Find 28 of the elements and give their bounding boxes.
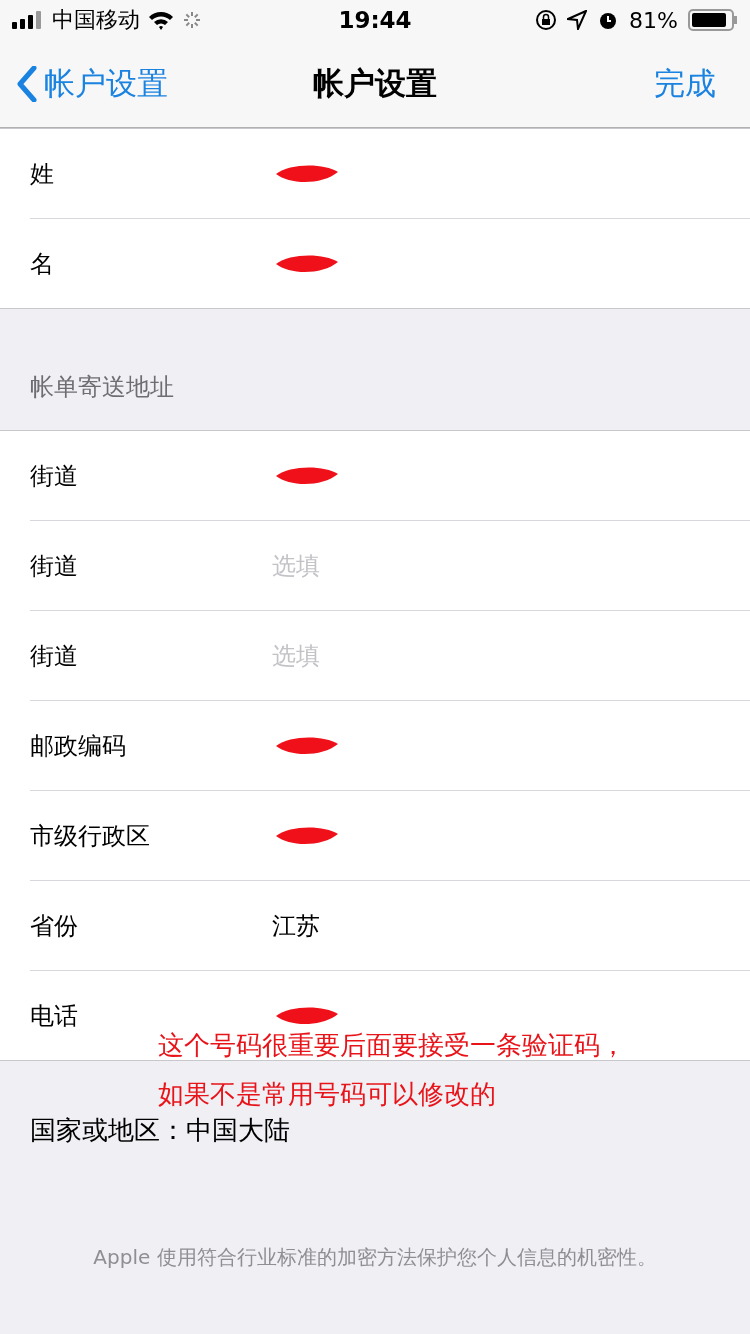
field-label: 街道	[30, 550, 79, 582]
nav-title: 帐户设置	[313, 63, 437, 103]
field-value[interactable]: 江苏	[272, 909, 320, 942]
privacy-note: Apple 使用符合行业标准的加密方法保护您个人信息的机密性。	[92, 1244, 658, 1271]
section-header: 帐单寄送地址	[29, 371, 175, 403]
field-label: 名	[30, 248, 55, 280]
field-label: 邮政编码	[30, 730, 127, 762]
status-time: 19:44	[338, 7, 412, 33]
wifi-icon	[148, 10, 174, 30]
done-button[interactable]: 完成	[654, 62, 734, 105]
back-chevron-icon	[16, 65, 38, 102]
rotation-lock-icon	[535, 9, 558, 31]
field-label: 市级行政区	[30, 820, 151, 852]
field-label: 省份	[30, 910, 79, 942]
field-label: 街道	[30, 640, 79, 672]
signal-icon	[12, 11, 44, 29]
country-region-text: 国家或地区：中国大陆	[30, 1114, 290, 1147]
annotation-text: 这个号码很重要后面要接受一条验证码，	[158, 1029, 626, 1062]
field-label: 姓	[30, 158, 55, 190]
spinner-icon	[182, 10, 202, 30]
annotation-text: 如果不是常用号码可以修改的	[158, 1078, 497, 1111]
field-label: 电话	[30, 1000, 79, 1032]
battery-percent: 81%	[629, 7, 678, 33]
back-button[interactable]: 帐户设置	[16, 62, 168, 105]
carrier-name: 中国移动	[52, 6, 140, 34]
battery-icon	[688, 9, 738, 31]
field-label: 街道	[30, 460, 79, 492]
location-arrow-icon	[567, 10, 588, 30]
